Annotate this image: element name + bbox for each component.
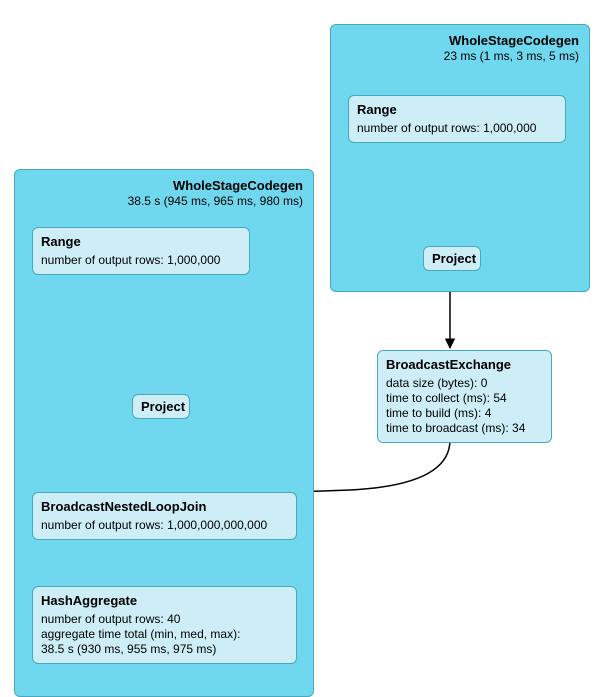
node-join-title: BroadcastNestedLoopJoin: [41, 499, 288, 514]
node-join-body: number of output rows: 1,000,000,000,000: [41, 518, 288, 533]
node-bcast-body: data size (bytes): 0 time to collect (ms…: [386, 376, 543, 436]
node-hashagg-title: HashAggregate: [41, 593, 288, 608]
node-bcast-title: BroadcastExchange: [386, 357, 543, 372]
node-project-b-title: Project: [432, 251, 472, 266]
node-project-b[interactable]: Project: [423, 246, 481, 271]
node-hash-aggregate[interactable]: HashAggregate number of output rows: 40 …: [32, 586, 297, 664]
node-range-a-title: Range: [41, 234, 241, 249]
node-hashagg-body: number of output rows: 40 aggregate time…: [41, 612, 288, 657]
node-range-b-title: Range: [357, 102, 557, 117]
node-broadcast-nested-loop-join[interactable]: BroadcastNestedLoopJoin number of output…: [32, 492, 297, 540]
node-project-a-title: Project: [141, 399, 181, 414]
node-range-b[interactable]: Range number of output rows: 1,000,000: [348, 95, 566, 143]
stage-a-title: WholeStageCodegen: [173, 178, 303, 193]
node-project-a[interactable]: Project: [132, 394, 190, 419]
node-range-b-body: number of output rows: 1,000,000: [357, 121, 557, 136]
node-range-a[interactable]: Range number of output rows: 1,000,000: [32, 227, 250, 275]
stage-b-title: WholeStageCodegen: [449, 33, 579, 48]
node-range-a-body: number of output rows: 1,000,000: [41, 253, 241, 268]
node-broadcast-exchange[interactable]: BroadcastExchange data size (bytes): 0 t…: [377, 350, 552, 443]
stage-a-subtitle: 38.5 s (945 ms, 965 ms, 980 ms): [128, 194, 303, 208]
stage-b-subtitle: 23 ms (1 ms, 3 ms, 5 ms): [444, 49, 579, 63]
